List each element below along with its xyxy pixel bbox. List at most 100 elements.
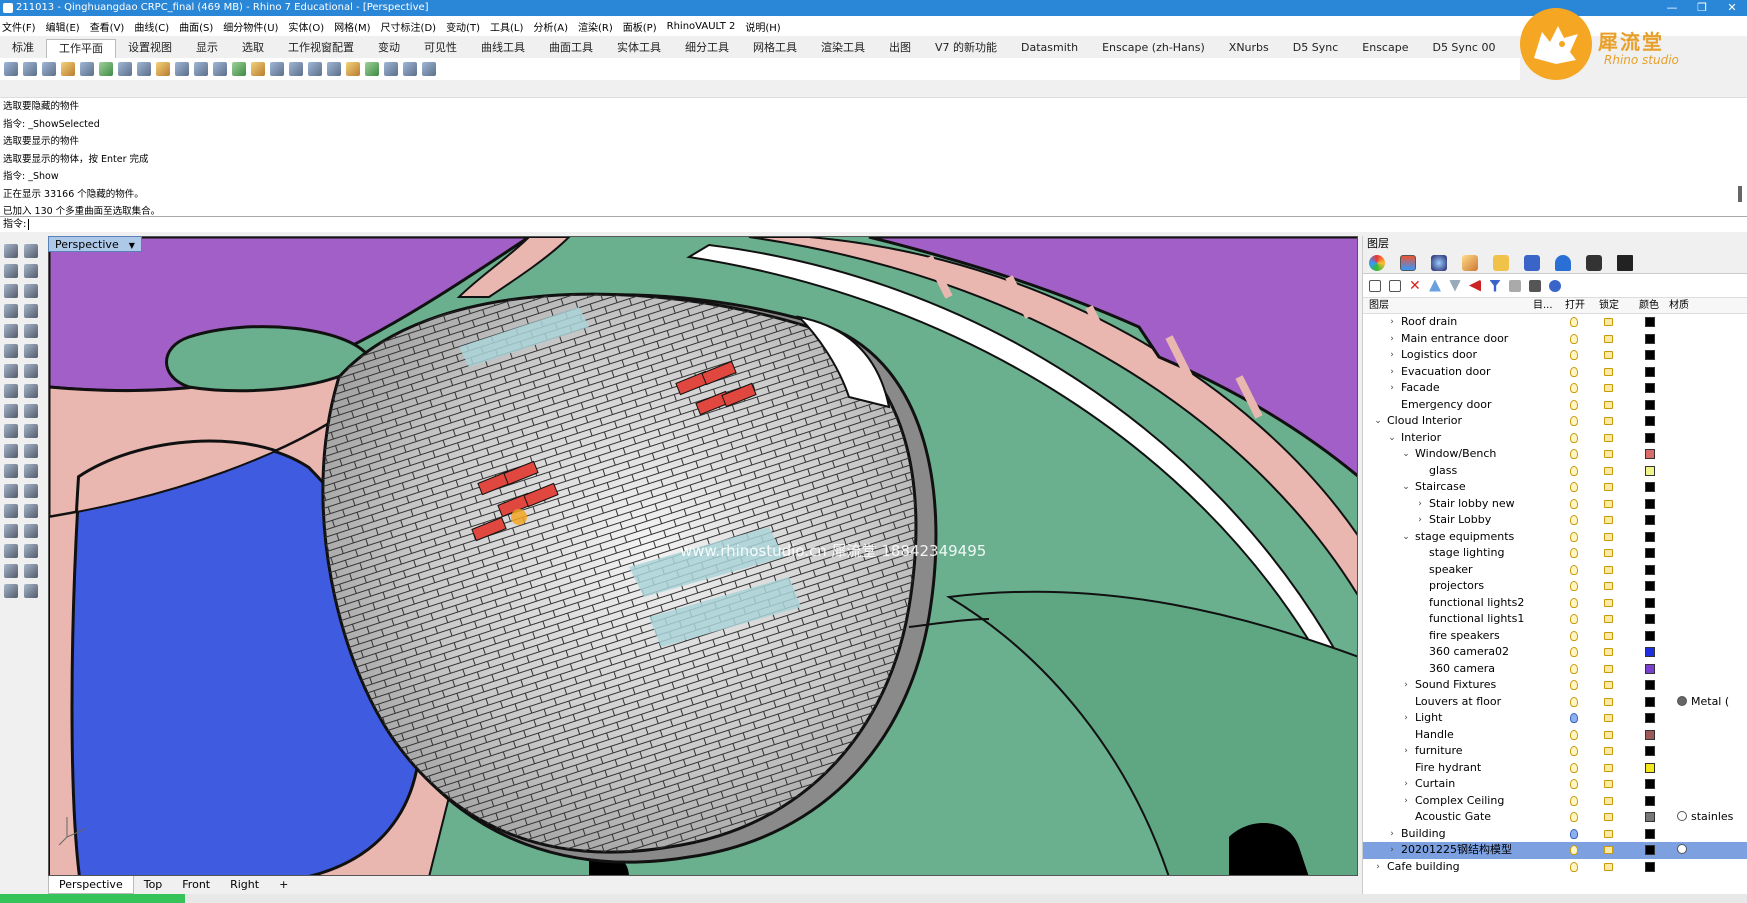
left-tool-icon[interactable] xyxy=(4,324,18,338)
layer-color-swatch[interactable] xyxy=(1645,746,1655,756)
layer-row[interactable]: › Logistics door xyxy=(1363,347,1747,364)
layer-row[interactable]: › Stair Lobby xyxy=(1363,512,1747,529)
cplane-curve-icon[interactable] xyxy=(61,62,75,76)
left-tool-icon[interactable] xyxy=(4,344,18,358)
menu-item[interactable]: 曲面(S) xyxy=(179,19,213,34)
lightbulb-icon[interactable] xyxy=(1570,515,1578,525)
layer-color-swatch[interactable] xyxy=(1645,333,1655,344)
lock-icon[interactable] xyxy=(1604,714,1613,722)
cplane-right-icon[interactable] xyxy=(346,62,360,76)
cplane-icon[interactable] xyxy=(4,62,18,76)
layer-row[interactable]: Fire hydrant xyxy=(1363,760,1747,777)
layer-row[interactable]: ⌄ Window/Bench xyxy=(1363,446,1747,463)
col-material[interactable]: 材质 xyxy=(1669,298,1729,313)
lightbulb-icon[interactable] xyxy=(1570,366,1578,377)
lock-icon[interactable] xyxy=(1604,730,1613,739)
cplane-back-icon[interactable] xyxy=(365,62,379,76)
toolbar-tab[interactable]: Datasmith xyxy=(1009,39,1090,58)
cplane-z-icon[interactable] xyxy=(156,62,170,76)
lock-icon[interactable] xyxy=(1604,813,1613,821)
chevron-down-icon[interactable]: ▼ xyxy=(129,241,135,250)
layer-row[interactable]: › Stair lobby new xyxy=(1363,496,1747,513)
lock-icon[interactable] xyxy=(1604,549,1613,557)
toolbar-tab[interactable]: 标准 xyxy=(0,39,46,58)
menu-item[interactable]: 说明(H) xyxy=(745,19,780,34)
view-tab[interactable]: Right xyxy=(220,876,269,894)
menu-item[interactable]: 变动(T) xyxy=(446,19,480,34)
lightbulb-icon[interactable] xyxy=(1570,812,1578,822)
lightbulb-icon[interactable] xyxy=(1570,416,1578,426)
lock-icon[interactable] xyxy=(1604,450,1613,458)
left-tool-icon[interactable] xyxy=(4,544,18,558)
lock-icon[interactable] xyxy=(1604,763,1613,772)
command-scrollbar[interactable] xyxy=(1737,100,1743,220)
toolbar-tab[interactable]: 可见性 xyxy=(412,39,469,58)
command-prompt[interactable]: 指令: xyxy=(0,216,1747,232)
lock-icon[interactable] xyxy=(1604,846,1613,854)
lightbulb-icon[interactable] xyxy=(1570,350,1578,360)
left-tool-icon[interactable] xyxy=(24,324,38,338)
folder-tab-icon[interactable] xyxy=(1493,254,1509,271)
toolbar-tab[interactable]: Enscape (zh-Hans) xyxy=(1090,39,1217,58)
menu-item[interactable]: 查看(V) xyxy=(90,19,125,34)
layer-color-swatch[interactable] xyxy=(1645,762,1655,773)
toolbar-tab[interactable]: 曲线工具 xyxy=(469,39,537,58)
lightbulb-icon[interactable] xyxy=(1570,614,1578,624)
help-icon[interactable] xyxy=(1549,279,1561,292)
camera-tab-icon[interactable] xyxy=(1586,254,1602,271)
left-tool-icon[interactable] xyxy=(4,404,18,418)
left-tool-icon[interactable] xyxy=(24,404,38,418)
chevron-right-icon[interactable]: › xyxy=(1401,743,1411,760)
layer-row[interactable]: glass xyxy=(1363,463,1747,480)
layer-row[interactable]: ⌄ Staircase xyxy=(1363,479,1747,496)
lock-icon[interactable] xyxy=(1604,516,1613,524)
delete-layer-icon[interactable]: ✕ xyxy=(1409,279,1421,293)
layer-color-swatch[interactable] xyxy=(1645,465,1655,476)
layer-color-swatch[interactable] xyxy=(1645,828,1655,839)
chevron-down-icon[interactable]: ⌄ xyxy=(1401,446,1411,463)
chevron-down-icon[interactable]: ⌄ xyxy=(1401,479,1411,496)
cplane-y-icon[interactable] xyxy=(137,62,151,76)
toolbar-tab[interactable]: 工作视窗配置 xyxy=(276,39,366,58)
cplane-world-icon[interactable] xyxy=(289,62,303,76)
cplane-top-icon[interactable] xyxy=(308,62,322,76)
lock-icon[interactable] xyxy=(1604,681,1613,689)
lock-icon[interactable] xyxy=(1604,631,1613,640)
filter-icon[interactable] xyxy=(1489,279,1501,292)
menu-item[interactable]: 尺寸标注(D) xyxy=(381,19,437,34)
tools-icon[interactable] xyxy=(1529,279,1541,292)
layer-color-swatch[interactable] xyxy=(1645,779,1655,789)
layer-row[interactable]: › Curtain xyxy=(1363,776,1747,793)
layer-color-swatch[interactable] xyxy=(1645,812,1655,822)
lightbulb-icon[interactable] xyxy=(1570,680,1578,690)
left-tool-icon[interactable] xyxy=(4,264,18,278)
lightbulb-icon[interactable] xyxy=(1570,696,1578,707)
cplane-redo-icon[interactable] xyxy=(213,62,227,76)
lock-icon[interactable] xyxy=(1604,582,1613,590)
layer-row[interactable]: › Complex Ceiling xyxy=(1363,793,1747,810)
left-tool-icon[interactable] xyxy=(24,424,38,438)
lightbulb-icon[interactable] xyxy=(1570,581,1578,591)
layer-row[interactable]: ⌄ Cloud Interior xyxy=(1363,413,1747,430)
layer-color-swatch[interactable] xyxy=(1645,416,1655,426)
layer-row[interactable]: › furniture xyxy=(1363,743,1747,760)
left-tool-icon[interactable] xyxy=(4,424,18,438)
lightbulb-icon[interactable] xyxy=(1570,663,1578,674)
left-tool-icon[interactable] xyxy=(24,284,38,298)
cplane-front-icon[interactable] xyxy=(327,62,341,76)
layer-row[interactable]: › Roof drain xyxy=(1363,314,1747,331)
toolbar-tab[interactable]: D5 Sync 00 xyxy=(1420,39,1507,58)
layer-row[interactable]: › Light xyxy=(1363,710,1747,727)
lock-icon[interactable] xyxy=(1604,796,1613,805)
properties-tab-icon[interactable] xyxy=(1369,254,1385,271)
lightbulb-icon[interactable] xyxy=(1570,383,1578,393)
lock-icon[interactable] xyxy=(1604,664,1613,673)
toolbar-tab[interactable]: 渲染工具 xyxy=(809,39,877,58)
lightbulb-icon[interactable] xyxy=(1570,449,1578,459)
layer-color-swatch[interactable] xyxy=(1645,350,1655,360)
layer-color-swatch[interactable] xyxy=(1645,795,1655,806)
toolbar-tab[interactable]: 网格工具 xyxy=(741,39,809,58)
left-tool-icon[interactable] xyxy=(24,444,38,458)
toolbar-tab[interactable]: 细分工具 xyxy=(673,39,741,58)
left-tool-icon[interactable] xyxy=(24,524,38,538)
